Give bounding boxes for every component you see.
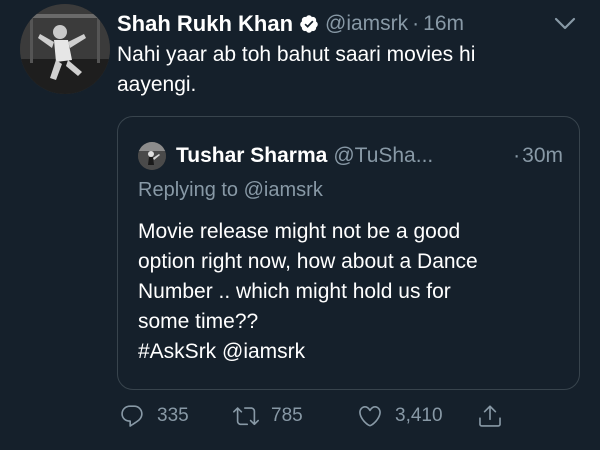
quoted-author-display-name[interactable]: Tushar Sharma <box>176 144 327 168</box>
retweet-icon <box>233 407 259 426</box>
quoted-text-line: option right now, how about a Dance <box>138 250 478 273</box>
quoted-profile-photo-icon <box>138 142 166 170</box>
profile-photo-icon <box>20 4 110 94</box>
share-button[interactable] <box>477 398 503 434</box>
verified-badge-icon <box>299 14 319 34</box>
author-handle[interactable]: @iamsrk <box>325 12 408 36</box>
quoted-author-handle[interactable]: @TuSha... <box>333 144 433 168</box>
replying-to-line: Replying to @iamsrk <box>138 179 323 202</box>
retweet-count: 785 <box>271 405 303 426</box>
reply-icon <box>121 405 143 427</box>
tweet[interactable]: Shah Rukh Khan @iamsrk · 16m Nahi yaar a… <box>0 0 600 450</box>
reply-count: 335 <box>157 405 189 426</box>
header-separator: · <box>412 12 420 35</box>
quoted-text-line: some time?? <box>138 310 259 333</box>
more-options-icon[interactable] <box>552 8 578 40</box>
author-avatar[interactable] <box>20 4 110 94</box>
like-count: 3,410 <box>395 405 443 426</box>
quoted-tweet-text: Movie release might not be a good option… <box>138 217 558 367</box>
quoted-header-separator: · <box>513 144 521 167</box>
retweet-button[interactable]: 785 <box>233 398 303 434</box>
quoted-text-line: #AskSrk @iamsrk <box>138 340 306 363</box>
heart-icon <box>359 405 381 427</box>
like-button[interactable]: 3,410 <box>357 398 443 434</box>
tweet-text: Nahi yaar ab toh bahut saari movies hi a… <box>117 43 476 96</box>
quoted-text-line: Movie release might not be a good <box>138 220 461 243</box>
quoted-tweet[interactable]: Tushar Sharma @TuSha... · 30m Replying t… <box>117 116 580 390</box>
quoted-text-line: Number .. which might hold us for <box>138 280 451 303</box>
share-icon <box>479 405 501 427</box>
quoted-tweet-header: Tushar Sharma @TuSha... · 30m <box>138 141 563 171</box>
replying-to-label: Replying to <box>138 179 239 201</box>
replying-to-handle[interactable]: @iamsrk <box>244 179 323 201</box>
tweet-timestamp[interactable]: 16m <box>423 12 464 36</box>
tweet-header: Shah Rukh Khan @iamsrk · 16m <box>117 8 582 40</box>
tweet-actions: 335 785 3,410 <box>117 398 587 434</box>
quoted-author-avatar[interactable] <box>138 142 166 170</box>
author-display-name[interactable]: Shah Rukh Khan <box>117 11 293 37</box>
quoted-tweet-timestamp[interactable]: 30m <box>522 144 563 168</box>
reply-button[interactable]: 335 <box>119 398 189 434</box>
